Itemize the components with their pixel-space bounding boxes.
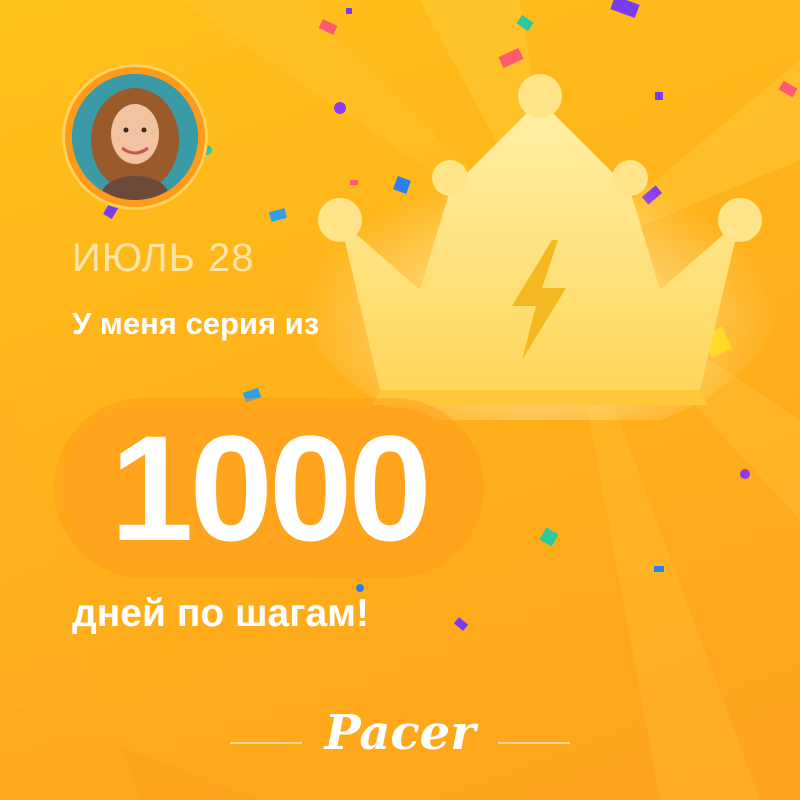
footer-divider-right xyxy=(498,742,570,744)
footer-divider-left xyxy=(230,742,302,744)
streak-share-card: ИЮЛЬ 28 У меня серия из 1000 дней по шаг… xyxy=(0,0,800,800)
streak-headline: У меня серия из xyxy=(72,306,320,341)
crown-icon xyxy=(300,74,780,420)
streak-subline: дней по шагам! xyxy=(72,592,369,635)
streak-number: 1000 xyxy=(110,404,432,572)
avatar xyxy=(72,74,198,200)
streak-date: ИЮЛЬ 28 xyxy=(72,236,255,280)
pacer-logo: Pacer xyxy=(324,705,476,761)
user-avatar-photo xyxy=(72,74,198,200)
